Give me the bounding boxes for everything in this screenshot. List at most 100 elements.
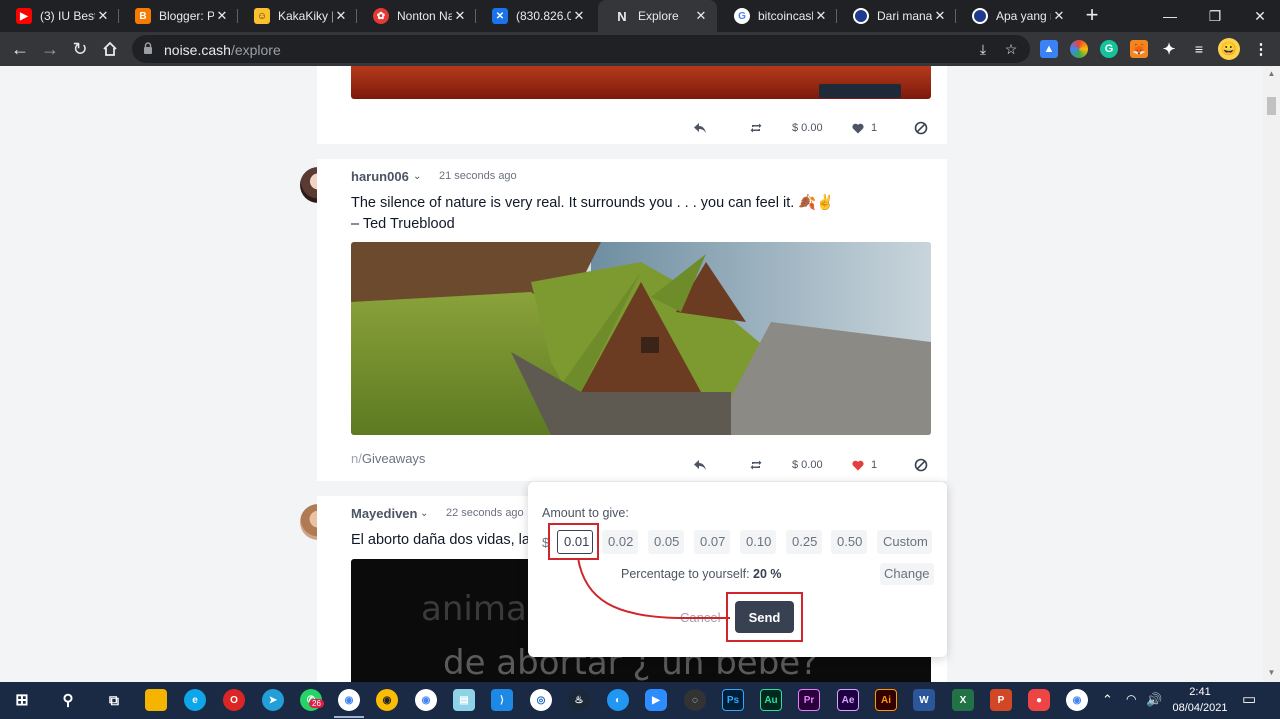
file-explorer-icon[interactable] xyxy=(145,689,167,711)
extensions-puzzle-icon[interactable]: ✦ xyxy=(1160,40,1178,58)
steam-icon[interactable]: ♨ xyxy=(568,689,590,711)
blue-app-icon[interactable]: ◐ xyxy=(607,689,629,711)
chevron-up-icon[interactable]: ⌃ xyxy=(1102,692,1113,708)
search-icon[interactable]: ⚲ xyxy=(57,689,79,711)
reply-icon[interactable] xyxy=(693,453,707,477)
back-arrow-icon[interactable]: ← xyxy=(8,37,32,61)
task-view-icon[interactable]: ⧉ xyxy=(103,689,125,711)
custom-amount-button[interactable]: Custom xyxy=(877,530,932,554)
clock-time: 2:41 xyxy=(1189,686,1211,698)
windows-start-icon[interactable]: ⊞ xyxy=(11,689,33,711)
telegram-icon[interactable]: ➤ xyxy=(262,689,284,711)
notifications-icon[interactable]: ▭ xyxy=(1242,690,1256,708)
post-timestamp[interactable]: 21 seconds ago xyxy=(439,170,517,182)
repost-icon[interactable] xyxy=(750,453,762,477)
volume-icon[interactable]: 🔊 xyxy=(1146,692,1162,708)
amount-option[interactable]: 0.25 xyxy=(786,530,822,554)
close-icon[interactable]: ✕ xyxy=(452,8,468,24)
amount-option[interactable]: 0.02 xyxy=(602,530,638,554)
like-button[interactable]: 1 xyxy=(852,116,877,140)
amount-option[interactable]: 0.50 xyxy=(831,530,867,554)
post-image[interactable] xyxy=(351,242,931,435)
change-percentage-button[interactable]: Change xyxy=(880,563,934,585)
scroll-up-icon[interactable]: ▲ xyxy=(1267,69,1276,78)
tip-amount[interactable]: $ 0.00 xyxy=(792,453,823,477)
word-icon[interactable]: W xyxy=(913,689,935,711)
block-icon[interactable] xyxy=(914,453,928,477)
recorder-icon[interactable]: ● xyxy=(1028,689,1050,711)
close-window-button[interactable]: ✕ xyxy=(1240,0,1280,32)
block-icon[interactable] xyxy=(914,116,928,140)
system-clock[interactable]: 2:41 08/04/2021 xyxy=(1168,684,1232,716)
chevron-down-icon[interactable]: ⌄ xyxy=(413,171,421,182)
close-icon[interactable]: ✕ xyxy=(932,8,948,24)
like-button[interactable]: 1 xyxy=(852,453,877,477)
post-username[interactable]: harun006 xyxy=(351,169,409,184)
amount-option[interactable]: 0.07 xyxy=(694,530,730,554)
tab-blogger[interactable]: B Blogger: Po ✕ xyxy=(119,0,238,32)
page-scrollbar[interactable]: ▲ ▼ xyxy=(1263,66,1280,682)
close-icon[interactable]: ✕ xyxy=(333,8,349,24)
zoom-icon[interactable]: ▶ xyxy=(645,689,667,711)
amount-option[interactable]: 0.10 xyxy=(740,530,776,554)
audition-icon[interactable]: Au xyxy=(760,689,782,711)
bookmark-star-icon[interactable]: ☆ xyxy=(1002,40,1020,58)
close-icon[interactable]: ✕ xyxy=(95,8,111,24)
restore-button[interactable]: ❐ xyxy=(1195,0,1235,32)
amount-option[interactable]: 0.05 xyxy=(648,530,684,554)
reading-list-icon[interactable]: ≡ xyxy=(1190,40,1208,58)
close-icon[interactable]: ✕ xyxy=(1051,8,1067,24)
post-timestamp[interactable]: 22 seconds ago xyxy=(446,507,524,519)
post-username[interactable]: Mayediven xyxy=(351,506,417,521)
excel-icon[interactable]: X xyxy=(952,689,974,711)
close-icon[interactable]: ✕ xyxy=(571,8,587,24)
address-bar[interactable]: noise.cash/explore ⤓ ☆ xyxy=(132,35,1030,63)
home-icon[interactable] xyxy=(98,37,122,61)
close-icon[interactable]: ✕ xyxy=(813,8,829,24)
tab-bitcoincash[interactable]: G bitcoincash ✕ xyxy=(718,0,837,32)
repost-icon[interactable] xyxy=(750,116,762,140)
premiere-icon[interactable]: Pr xyxy=(798,689,820,711)
color-wheel-icon[interactable] xyxy=(1070,40,1088,58)
chrome-alt-icon[interactable]: ◉ xyxy=(1066,689,1088,711)
chrome-profile-icon[interactable]: ◉ xyxy=(415,689,437,711)
chrome-canary-icon[interactable]: ◉ xyxy=(376,689,398,711)
app-icon[interactable]: ◎ xyxy=(530,689,552,711)
edge-icon[interactable]: e xyxy=(184,689,206,711)
notes-icon[interactable]: ▤ xyxy=(453,689,475,711)
grammarly-icon[interactable]: G xyxy=(1100,40,1118,58)
new-tab-button[interactable]: + xyxy=(1080,4,1104,28)
chrome-icon[interactable]: ◉ xyxy=(338,689,360,711)
like-count: 1 xyxy=(871,459,878,471)
tab-nonton[interactable]: ✿ Nonton Na ✕ xyxy=(357,0,476,32)
vscode-icon[interactable]: ⟩ xyxy=(491,689,513,711)
tab-numbers[interactable]: ✕ (830.826.00 ✕ xyxy=(476,0,595,32)
minimize-button[interactable]: — xyxy=(1150,0,1190,32)
tab-apa-yang[interactable]: Apa yang m ✕ xyxy=(956,0,1075,32)
after-effects-icon[interactable]: Ae xyxy=(837,689,859,711)
tab-kakakiky[interactable]: ☺ KakaKiky | ✕ xyxy=(238,0,357,32)
chevron-down-icon[interactable]: ⌄ xyxy=(420,508,428,519)
tip-amount[interactable]: $ 0.00 xyxy=(792,116,823,140)
wifi-icon[interactable]: ◠ xyxy=(1126,692,1136,706)
install-icon[interactable]: ⤓ xyxy=(974,40,992,58)
tab-dari-mana[interactable]: Dari mana ✕ xyxy=(837,0,956,32)
tab-youtube[interactable]: ▶ (3) IU Best ✕ xyxy=(0,0,119,32)
forward-arrow-icon[interactable]: → xyxy=(38,37,62,61)
scrollbar-thumb[interactable] xyxy=(1267,97,1276,115)
chrome-menu-icon[interactable]: ⋮ xyxy=(1252,40,1270,58)
reply-icon[interactable] xyxy=(693,116,707,140)
profile-avatar[interactable]: 😀 xyxy=(1218,38,1240,60)
photoshop-icon[interactable]: Ps xyxy=(722,689,744,711)
close-icon[interactable]: ✕ xyxy=(693,8,709,24)
reload-icon[interactable]: ↻ xyxy=(68,37,92,61)
powerpoint-icon[interactable]: P xyxy=(990,689,1012,711)
obs-icon[interactable]: ◌ xyxy=(684,689,706,711)
metamask-icon[interactable]: 🦊 xyxy=(1130,40,1148,58)
scroll-down-icon[interactable]: ▼ xyxy=(1267,668,1276,677)
tab-explore[interactable]: N Explore ✕ xyxy=(598,0,717,32)
close-icon[interactable]: ✕ xyxy=(214,8,230,24)
illustrator-icon[interactable]: Ai xyxy=(875,689,897,711)
profile-ext-icon[interactable]: ▲ xyxy=(1040,40,1058,58)
opera-icon[interactable]: O xyxy=(223,689,245,711)
